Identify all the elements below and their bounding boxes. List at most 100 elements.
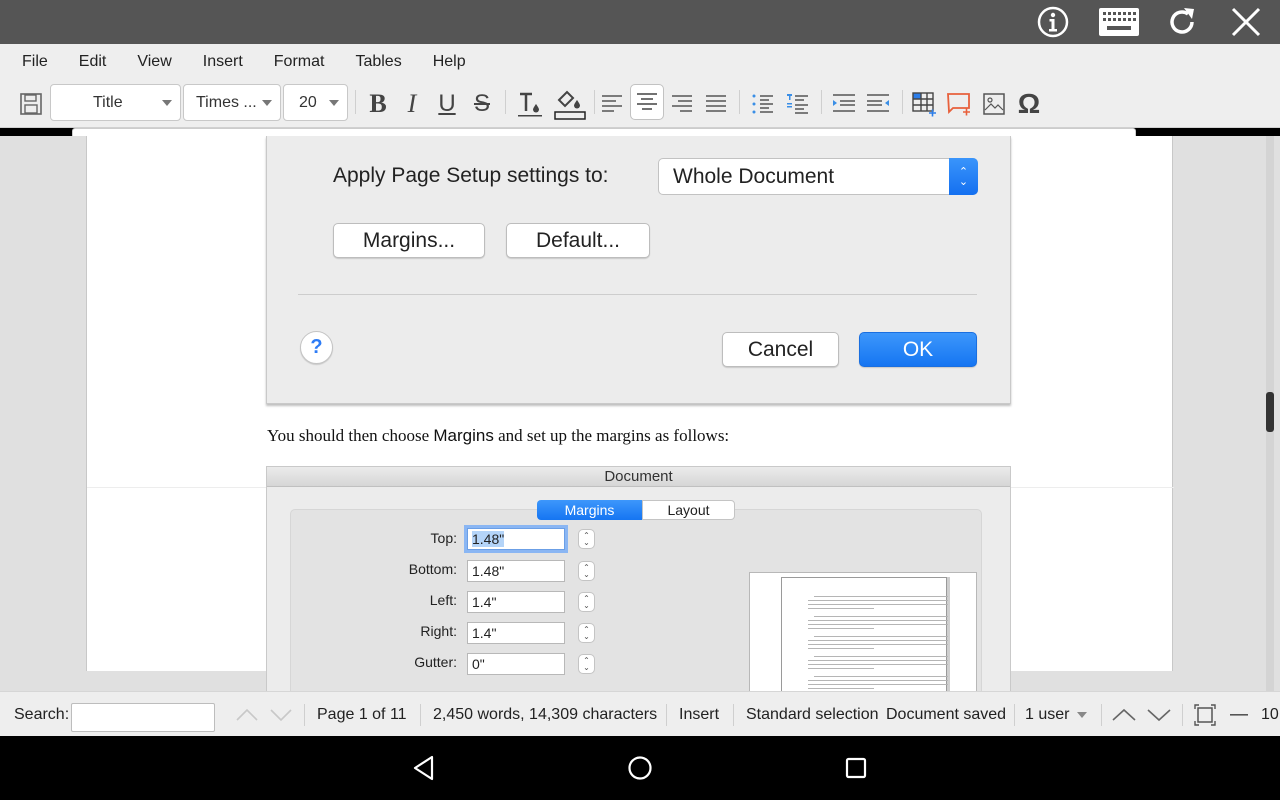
- previous-page-icon[interactable]: [1112, 692, 1136, 737]
- default-button-image: Default...: [506, 223, 650, 258]
- font-size-dropdown[interactable]: 20: [283, 84, 348, 121]
- stepper-icon: ⌃ ⌄: [578, 623, 595, 643]
- stepper-icon: ⌃ ⌄: [578, 561, 595, 581]
- insert-image-icon[interactable]: [980, 80, 1008, 128]
- search-label: Search:: [14, 705, 70, 723]
- back-icon[interactable]: [406, 750, 442, 786]
- bold-icon[interactable]: B: [364, 80, 392, 128]
- status-divider: [733, 704, 734, 726]
- next-page-icon[interactable]: [1147, 692, 1171, 737]
- menu-help[interactable]: Help: [433, 53, 466, 71]
- apply-to-value: Whole Document: [673, 165, 835, 188]
- page-info[interactable]: Page 1 of 11: [317, 692, 407, 737]
- field-label: Right:: [420, 623, 457, 639]
- fit-page-icon[interactable]: [1194, 692, 1216, 737]
- recents-icon[interactable]: [838, 750, 874, 786]
- menu-view[interactable]: View: [137, 53, 171, 71]
- toolbar-divider: [355, 90, 356, 114]
- paragraph-highlight: Margins: [433, 426, 494, 445]
- field-label: Top:: [430, 530, 457, 546]
- body-paragraph[interactable]: You should then choose Margins and set u…: [267, 426, 729, 446]
- insert-table-icon[interactable]: [910, 80, 938, 128]
- preview-text-line: [808, 648, 874, 649]
- align-left-icon[interactable]: [598, 80, 626, 128]
- justify-icon[interactable]: [702, 80, 730, 128]
- search-previous-icon[interactable]: [236, 692, 258, 737]
- font-size-value: 20: [299, 93, 317, 111]
- left-margin-field: 1.4": [467, 591, 565, 613]
- strikethrough-icon[interactable]: S: [468, 80, 496, 128]
- preview-text-line: [814, 616, 948, 617]
- page-preview: [749, 572, 977, 691]
- insert-mode[interactable]: Insert: [679, 692, 719, 737]
- keyboard-icon[interactable]: [1098, 4, 1140, 40]
- bullet-list-icon[interactable]: [749, 80, 777, 128]
- decrease-indent-icon[interactable]: [830, 80, 858, 128]
- chevron-down-icon: [262, 100, 272, 106]
- gutter-field: 0": [467, 653, 565, 675]
- search-input[interactable]: [71, 703, 215, 732]
- preview-text-line: [808, 608, 874, 609]
- save-icon[interactable]: [18, 80, 44, 128]
- home-icon[interactable]: [622, 750, 658, 786]
- selection-mode[interactable]: Standard selection: [746, 692, 879, 737]
- document-page[interactable]: Apply Page Setup settings to: Whole Docu…: [86, 136, 1174, 691]
- search-next-icon[interactable]: [270, 692, 292, 737]
- menu-tables[interactable]: Tables: [355, 53, 401, 71]
- status-divider: [420, 704, 421, 726]
- preview-text-line: [808, 640, 948, 641]
- preview-text-line: [808, 668, 874, 669]
- menu-edit[interactable]: Edit: [79, 53, 107, 71]
- toolbar-divider: [505, 90, 506, 114]
- menu-bar: File Edit View Insert Format Tables Help: [0, 44, 1280, 80]
- paragraph-style-dropdown[interactable]: Title: [50, 84, 181, 121]
- numbered-list-icon[interactable]: [784, 80, 812, 128]
- chevron-down-icon: [162, 100, 172, 106]
- ok-button-image: OK: [859, 332, 977, 367]
- preview-text-line: [808, 620, 948, 621]
- increase-indent-icon[interactable]: [864, 80, 892, 128]
- scrollbar-thumb[interactable]: [1266, 392, 1274, 432]
- status-divider: [666, 704, 667, 726]
- align-right-icon[interactable]: [668, 80, 696, 128]
- preview-text-line: [808, 664, 948, 665]
- users-dropdown[interactable]: 1 user: [1025, 692, 1088, 737]
- apply-settings-label: Apply Page Setup settings to:: [333, 164, 609, 187]
- align-center-icon[interactable]: [630, 84, 664, 120]
- status-divider: [1182, 704, 1183, 726]
- text-color-icon[interactable]: [516, 80, 544, 128]
- dialog-divider: [298, 294, 977, 295]
- field-label: Left:: [429, 592, 457, 608]
- menu-file[interactable]: File: [22, 53, 48, 71]
- menu-insert[interactable]: Insert: [203, 53, 243, 71]
- stepper-icon: ⌃ ⌄: [578, 529, 595, 549]
- toolbar-divider: [739, 90, 740, 114]
- underline-icon[interactable]: U: [433, 80, 461, 128]
- status-divider: [1014, 704, 1015, 726]
- font-family-dropdown[interactable]: Times ...: [183, 84, 281, 121]
- preview-text-line: [808, 644, 948, 645]
- paragraph-text: You should then choose: [267, 426, 434, 445]
- highlight-color-icon[interactable]: [552, 80, 588, 128]
- word-count[interactable]: 2,450 words, 14,309 characters: [433, 692, 657, 737]
- preview-text-line: [808, 680, 948, 681]
- special-character-icon[interactable]: Ω: [1014, 80, 1044, 128]
- menu-format[interactable]: Format: [274, 53, 325, 71]
- preview-text-line: [808, 628, 874, 629]
- chevron-down-icon: [329, 100, 339, 106]
- status-bar: Search: Page 1 of 11 2,450 words, 14,309…: [0, 691, 1280, 736]
- ruler: [72, 128, 1136, 136]
- refresh-icon[interactable]: [1164, 4, 1200, 40]
- users-count: 1 user: [1025, 705, 1070, 723]
- font-family-value: Times ...: [196, 93, 257, 111]
- document-workspace: Apply Page Setup settings to: Whole Docu…: [0, 136, 1280, 691]
- chevron-down-icon: [1077, 711, 1088, 718]
- zoom-level[interactable]: 10: [1261, 692, 1279, 737]
- preview-text-line: [808, 624, 948, 625]
- insert-comment-icon[interactable]: [945, 80, 973, 128]
- italic-icon[interactable]: I: [398, 80, 426, 128]
- zoom-out-icon[interactable]: [1230, 692, 1248, 737]
- close-icon[interactable]: [1228, 4, 1264, 40]
- stepper-icon: ⌃ ⌄: [949, 158, 978, 195]
- info-icon[interactable]: [1035, 4, 1071, 40]
